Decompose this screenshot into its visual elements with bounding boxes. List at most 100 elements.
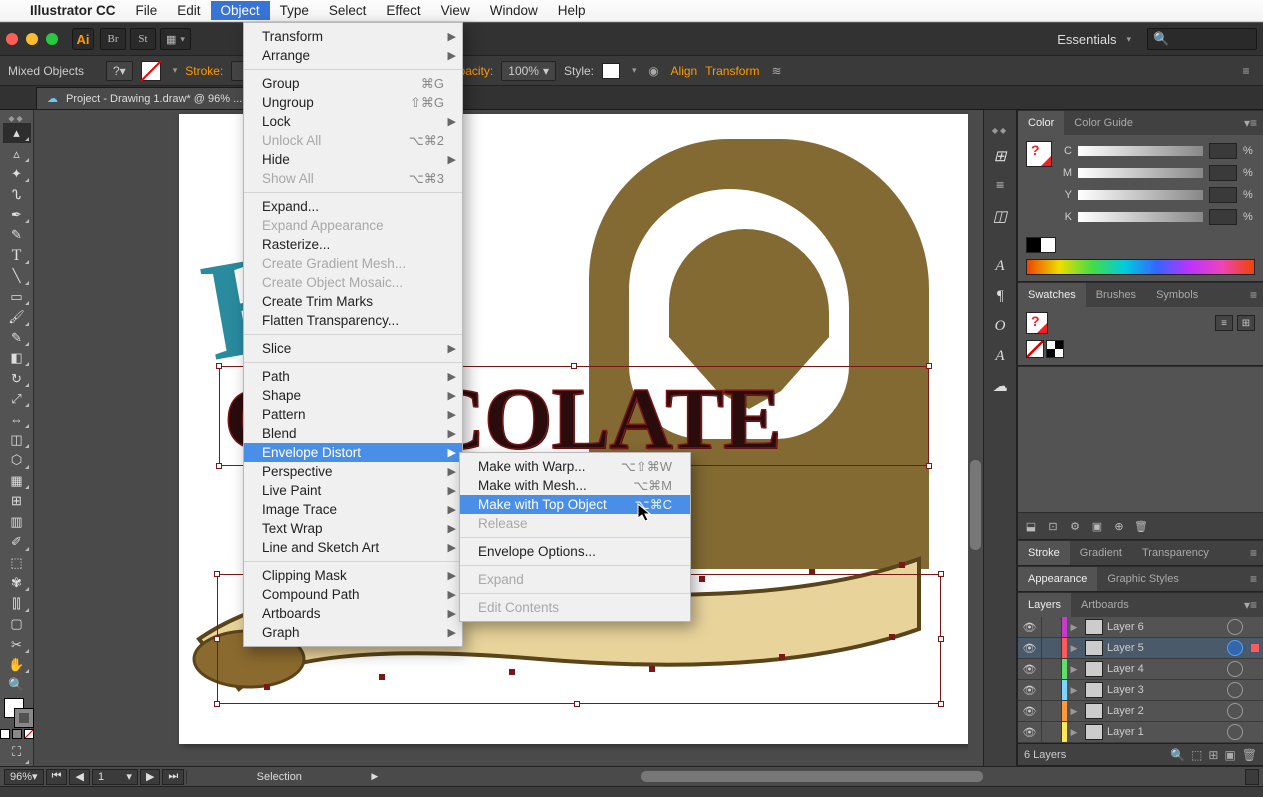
type-tool[interactable]: T [3, 246, 31, 266]
menu-type[interactable]: Type [270, 1, 319, 20]
swatches-list-view[interactable]: ≡ [1215, 315, 1233, 331]
graphic-styles-tab[interactable]: Graphic Styles [1097, 567, 1189, 591]
stroke-tab[interactable]: Stroke [1018, 541, 1070, 565]
expand-caret-icon[interactable]: ▶ [1067, 643, 1081, 654]
menu-effect[interactable]: Effect [376, 1, 430, 20]
menu-item[interactable]: Text Wrap▶ [244, 519, 462, 538]
appearance-tab[interactable]: Appearance [1018, 567, 1097, 591]
bridge-button[interactable]: Br [100, 28, 126, 50]
expand-caret-icon[interactable]: ▶ [1067, 706, 1081, 717]
layer-row[interactable]: 👁 ▶ Layer 3 [1018, 680, 1263, 701]
pencil-tool[interactable]: ✎ [3, 328, 31, 348]
swatch-kind-icon[interactable]: ⊡ [1044, 518, 1062, 534]
rectangle-tool[interactable]: ▭ [3, 287, 31, 307]
lock-toggle[interactable] [1042, 638, 1062, 658]
color-guide-tab[interactable]: Color Guide [1064, 111, 1143, 135]
layer-row[interactable]: 👁▶Layer 4 [1018, 659, 1263, 680]
spectrum-bar[interactable] [1026, 259, 1255, 275]
pathfinder-panel-icon[interactable]: ◫ [986, 202, 1014, 230]
hand-tool[interactable]: ✋ [3, 655, 31, 675]
opentype-panel-icon[interactable]: O [986, 312, 1014, 340]
lock-toggle[interactable] [1042, 659, 1062, 679]
yellow-slider[interactable] [1078, 190, 1203, 200]
symbols-tab[interactable]: Symbols [1146, 283, 1208, 307]
artboard-next-last[interactable]: ⏭ [162, 769, 184, 785]
artboard-number[interactable]: 1▾ [92, 769, 138, 785]
rotate-tool[interactable]: ↻ [3, 368, 31, 388]
align-panel-icon[interactable]: ≡ [986, 172, 1014, 200]
expand-caret-icon[interactable]: ▶ [1067, 664, 1081, 675]
visibility-toggle[interactable]: 👁 [1018, 722, 1042, 742]
magenta-slider[interactable] [1078, 168, 1203, 178]
stroke-label[interactable]: Stroke: [185, 64, 223, 78]
menu-item[interactable]: Envelope Distort▶ [244, 443, 462, 462]
menu-item[interactable]: Make with Warp...⌥⇧⌘W [460, 457, 690, 476]
transform-link[interactable]: Transform [705, 64, 759, 78]
visibility-toggle[interactable]: 👁 [1018, 617, 1042, 637]
make-clip-icon[interactable]: ⬚ [1191, 748, 1202, 762]
mesh-tool[interactable]: ⊞ [3, 491, 31, 511]
swatches-tab[interactable]: Swatches [1018, 283, 1086, 307]
search-field[interactable]: 🔍 [1147, 28, 1257, 50]
expand-caret-icon[interactable]: ▶ [1067, 685, 1081, 696]
menu-object[interactable]: Object [211, 1, 270, 20]
target-icon[interactable] [1227, 619, 1243, 635]
swatches-grid-view[interactable]: ⊞ [1237, 315, 1255, 331]
artboard-prev-first[interactable]: ⏮ [46, 769, 68, 785]
minimize-window-button[interactable] [26, 33, 38, 45]
new-swatch-icon[interactable]: ⊕ [1110, 518, 1128, 534]
layer-row[interactable]: 👁 ▶ Layer 1 [1018, 722, 1263, 743]
gradient-tool[interactable]: ▥ [3, 512, 31, 532]
gradient-tab[interactable]: Gradient [1070, 541, 1132, 565]
menu-item[interactable]: Artboards▶ [244, 604, 462, 623]
panel-menu-icon[interactable]: ▾≡ [1238, 111, 1263, 135]
stroke-none-swatch[interactable] [141, 61, 161, 81]
status-caret-icon[interactable]: ▶ [371, 771, 378, 782]
expand-caret-icon[interactable]: ▶ [1067, 622, 1081, 633]
menu-item[interactable]: Group⌘G [244, 74, 462, 93]
visibility-toggle[interactable]: 👁 [1018, 638, 1042, 658]
menu-item[interactable]: Graph▶ [244, 623, 462, 642]
layer-name[interactable]: Layer 6 [1107, 621, 1227, 633]
fill-dropdown[interactable]: ?▾ [106, 61, 133, 81]
menu-item[interactable]: Rasterize... [244, 235, 462, 254]
delete-layer-icon[interactable]: 🗑 [1242, 748, 1257, 762]
visibility-toggle[interactable]: 👁 [1018, 680, 1042, 700]
workspace-caret-icon[interactable]: ▾ [1126, 34, 1131, 45]
visibility-toggle[interactable]: 👁 [1018, 701, 1042, 721]
canvas[interactable]: Hot CHOCOLATE [34, 110, 983, 766]
target-icon[interactable] [1227, 724, 1243, 740]
expand-caret-icon[interactable]: ▶ [1067, 727, 1081, 738]
artboard-next[interactable]: ▶ [140, 769, 160, 785]
panel-menu-icon[interactable]: ▾≡ [1238, 593, 1263, 617]
layer-name[interactable]: Layer 3 [1107, 684, 1227, 696]
new-layer-icon[interactable]: ▣ [1224, 748, 1235, 762]
panel-menu-icon[interactable]: ≡ [1244, 567, 1263, 591]
layer-name[interactable]: Layer 1 [1107, 726, 1227, 738]
menu-file[interactable]: File [126, 1, 168, 20]
document-tab[interactable]: ☁ Project - Drawing 1.draw* @ 96% ... × [36, 87, 268, 109]
menu-edit[interactable]: Edit [167, 1, 210, 20]
menu-item[interactable]: Clipping Mask▶ [244, 566, 462, 585]
transparency-tab[interactable]: Transparency [1132, 541, 1219, 565]
menu-item[interactable]: Blend▶ [244, 424, 462, 443]
free-transform-tool[interactable]: ◫ [3, 430, 31, 450]
black-slider[interactable] [1078, 212, 1203, 222]
lock-toggle[interactable] [1042, 701, 1062, 721]
app-name[interactable]: Illustrator CC [20, 1, 126, 20]
menu-item[interactable]: Image Trace▶ [244, 500, 462, 519]
locate-object-icon[interactable]: 🔍 [1170, 748, 1185, 762]
swatch-options-icon[interactable]: ⚙ [1066, 518, 1084, 534]
layer-name[interactable]: Layer 2 [1107, 705, 1227, 717]
control-bar-menu-icon[interactable]: ≡ [1237, 64, 1255, 78]
direct-selection-tool[interactable]: ▵ [3, 143, 31, 163]
menu-item[interactable]: Make with Top Object⌥⌘C [460, 495, 690, 514]
brushes-tab[interactable]: Brushes [1086, 283, 1146, 307]
swatch-registration[interactable] [1046, 340, 1064, 358]
menu-item[interactable]: Make with Mesh...⌥⌘M [460, 476, 690, 495]
fill-proxy-swatch[interactable]: ? [1026, 141, 1052, 167]
color-mode-row[interactable] [0, 729, 34, 739]
fill-stroke-control[interactable] [2, 698, 32, 727]
screen-mode-tool[interactable]: ⛶ [3, 739, 31, 766]
menu-item[interactable]: Compound Path▶ [244, 585, 462, 604]
